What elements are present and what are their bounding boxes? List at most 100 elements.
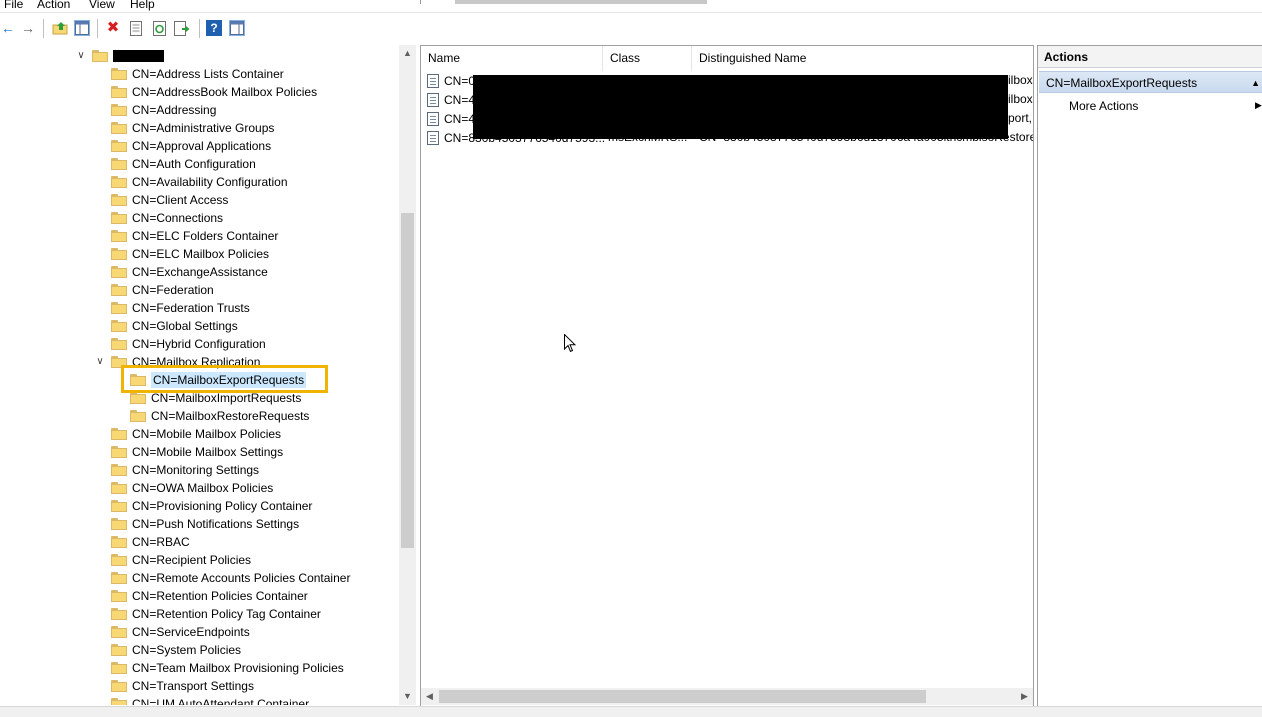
tree-item-label: CN=Federation xyxy=(132,283,214,297)
tree-item[interactable]: CN=System Policies xyxy=(111,641,241,659)
tree-item[interactable]: CN=ServiceEndpoints xyxy=(111,623,250,641)
collapse-arrow-icon[interactable]: ▲ xyxy=(1251,72,1260,94)
tree-item[interactable]: CN=Connections xyxy=(111,209,223,227)
row-name-cell: CN=4 xyxy=(444,92,476,107)
tree-vertical-scrollbar[interactable]: ▲ ▼ xyxy=(399,45,416,705)
actions-pane: Actions CN=MailboxExportRequests ▲ More … xyxy=(1038,46,1262,706)
scroll-right-arrow-icon[interactable]: ▶ xyxy=(1016,688,1033,705)
tree-item-label: CN=Client Access xyxy=(132,193,229,207)
row-name-cell: CN=0 xyxy=(444,73,476,88)
row-dn-cell: port, xyxy=(1008,111,1033,125)
properties-icon[interactable] xyxy=(128,20,144,36)
more-actions-item[interactable]: More Actions xyxy=(1069,97,1138,115)
tree-item-label: CN=Retention Policy Tag Container xyxy=(132,607,321,621)
tree-item[interactable]: CN=Client Access xyxy=(111,191,228,209)
list-scroll-thumb[interactable] xyxy=(439,690,926,703)
toolbar-separator xyxy=(199,19,200,38)
tree-item[interactable]: CN=Provisioning Policy Container xyxy=(111,497,312,515)
tree-item-label: CN=Transport Settings xyxy=(132,679,254,693)
menu-bar: File Action View Help xyxy=(0,0,1262,12)
folder-icon xyxy=(111,248,127,260)
up-folder-icon[interactable] xyxy=(52,20,68,36)
scroll-down-arrow-icon[interactable]: ▼ xyxy=(399,688,416,705)
menu-help[interactable]: Help xyxy=(130,0,155,12)
menu-view[interactable]: View xyxy=(89,0,115,12)
list-row[interactable]: CN=4 xyxy=(427,109,475,128)
actions-section-header[interactable]: CN=MailboxExportRequests ▲ xyxy=(1039,71,1262,93)
list-row[interactable]: CN=0 xyxy=(427,71,475,90)
tree-item[interactable]: CN=Mobile Mailbox Policies xyxy=(111,425,281,443)
status-bar xyxy=(0,706,1262,717)
column-header-distinguished-name[interactable]: Distinguished Name xyxy=(692,46,1033,71)
column-header-name[interactable]: Name xyxy=(421,46,603,71)
tree-item[interactable]: CN=Push Notifications Settings xyxy=(111,515,299,533)
scroll-up-arrow-icon[interactable]: ▲ xyxy=(399,45,416,62)
menu-action[interactable]: Action xyxy=(37,0,70,12)
tree-item[interactable]: CN=Mobile Mailbox Settings xyxy=(111,443,283,461)
scroll-left-arrow-icon[interactable]: ◀ xyxy=(421,688,438,705)
tree-item-label: CN=Mobile Mailbox Policies xyxy=(132,427,282,441)
tree-item[interactable]: CN=Availability Configuration xyxy=(111,173,288,191)
tree-scroll-thumb[interactable] xyxy=(401,213,414,548)
menu-file[interactable]: File xyxy=(4,0,23,12)
tree-item[interactable]: CN=Global Settings xyxy=(111,317,238,335)
export-list-icon[interactable] xyxy=(174,20,190,36)
tree-item[interactable]: CN=Auth Configuration xyxy=(111,155,256,173)
show-hide-tree-icon[interactable] xyxy=(74,20,90,36)
tree-item[interactable]: CN=Approval Applications xyxy=(111,137,271,155)
toolbar-separator xyxy=(43,19,44,38)
tree-child-item[interactable]: CN=MailboxRestoreRequests xyxy=(130,407,309,425)
tree-item[interactable]: CN=ExchangeAssistance xyxy=(111,263,268,281)
tree-item[interactable]: CN=Federation Trusts xyxy=(111,299,250,317)
tree-item[interactable]: CN=Remote Accounts Policies Container xyxy=(111,569,350,587)
chevron-down-icon[interactable]: ∨ xyxy=(94,356,106,368)
tree-item-label: CN=Retention Policies Container xyxy=(132,589,308,603)
result-list-pane: Name Class Distinguished Name CN=0 ilbox C… xyxy=(421,46,1033,706)
folder-icon xyxy=(111,644,127,656)
folder-icon xyxy=(111,572,127,584)
folder-icon xyxy=(111,608,127,620)
list-row[interactable]: CN=4 xyxy=(427,90,475,109)
list-horizontal-scrollbar[interactable]: ◀ ▶ xyxy=(421,688,1033,705)
folder-icon xyxy=(111,338,127,350)
tree-item[interactable]: CN=Retention Policy Tag Container xyxy=(111,605,321,623)
tree-item[interactable]: CN=Address Lists Container xyxy=(111,65,284,83)
tree-item[interactable]: CN=Addressing xyxy=(111,101,216,119)
tree-item[interactable]: CN=Transport Settings xyxy=(111,677,254,695)
document-icon xyxy=(427,73,439,88)
tree-item[interactable]: CN=Administrative Groups xyxy=(111,119,274,137)
delete-icon[interactable]: ✖ xyxy=(105,20,121,36)
folder-icon xyxy=(111,86,127,98)
title-bar-fragment xyxy=(420,0,707,4)
forward-icon[interactable]: → xyxy=(20,20,36,36)
tree-item[interactable]: CN=Retention Policies Container xyxy=(111,587,308,605)
tree-item[interactable]: CN=Federation xyxy=(111,281,214,299)
tree-item[interactable]: CN=UM AutoAttendant Container xyxy=(111,695,309,705)
tree-item[interactable]: CN=ELC Mailbox Policies xyxy=(111,245,269,263)
tree-item-label: CN=Team Mailbox Provisioning Policies xyxy=(132,661,344,675)
back-icon[interactable]: ← xyxy=(0,20,16,36)
column-header-class[interactable]: Class xyxy=(603,46,692,71)
folder-icon xyxy=(111,428,127,440)
tree-item[interactable]: CN=Team Mailbox Provisioning Policies xyxy=(111,659,344,677)
tree-item[interactable]: CN=Hybrid Configuration xyxy=(111,335,266,353)
folder-icon xyxy=(130,410,146,422)
tree-item-label: CN=Addressing xyxy=(132,103,217,117)
tree-item[interactable]: CN=RBAC xyxy=(111,533,190,551)
tree-item-label: CN=Administrative Groups xyxy=(132,121,275,135)
tree-item[interactable]: CN=ELC Folders Container xyxy=(111,227,278,245)
show-hide-action-pane-icon[interactable] xyxy=(229,20,245,36)
help-icon[interactable]: ? xyxy=(206,20,222,36)
tree-item[interactable]: CN=AddressBook Mailbox Policies xyxy=(111,83,317,101)
tree-root-node[interactable] xyxy=(92,47,164,65)
refresh-icon[interactable] xyxy=(151,20,167,36)
tree-item[interactable]: CN=Recipient Policies xyxy=(111,551,251,569)
chevron-down-icon[interactable]: ∨ xyxy=(75,50,87,62)
actions-title: Actions xyxy=(1038,46,1262,68)
tree-item[interactable]: CN=Monitoring Settings xyxy=(111,461,259,479)
tree-item[interactable]: CN=OWA Mailbox Policies xyxy=(111,479,273,497)
tree-item-label: CN=ELC Folders Container xyxy=(132,229,279,243)
tree-item-label: CN=ServiceEndpoints xyxy=(132,625,250,639)
folder-icon xyxy=(111,662,127,674)
folder-icon xyxy=(111,194,127,206)
